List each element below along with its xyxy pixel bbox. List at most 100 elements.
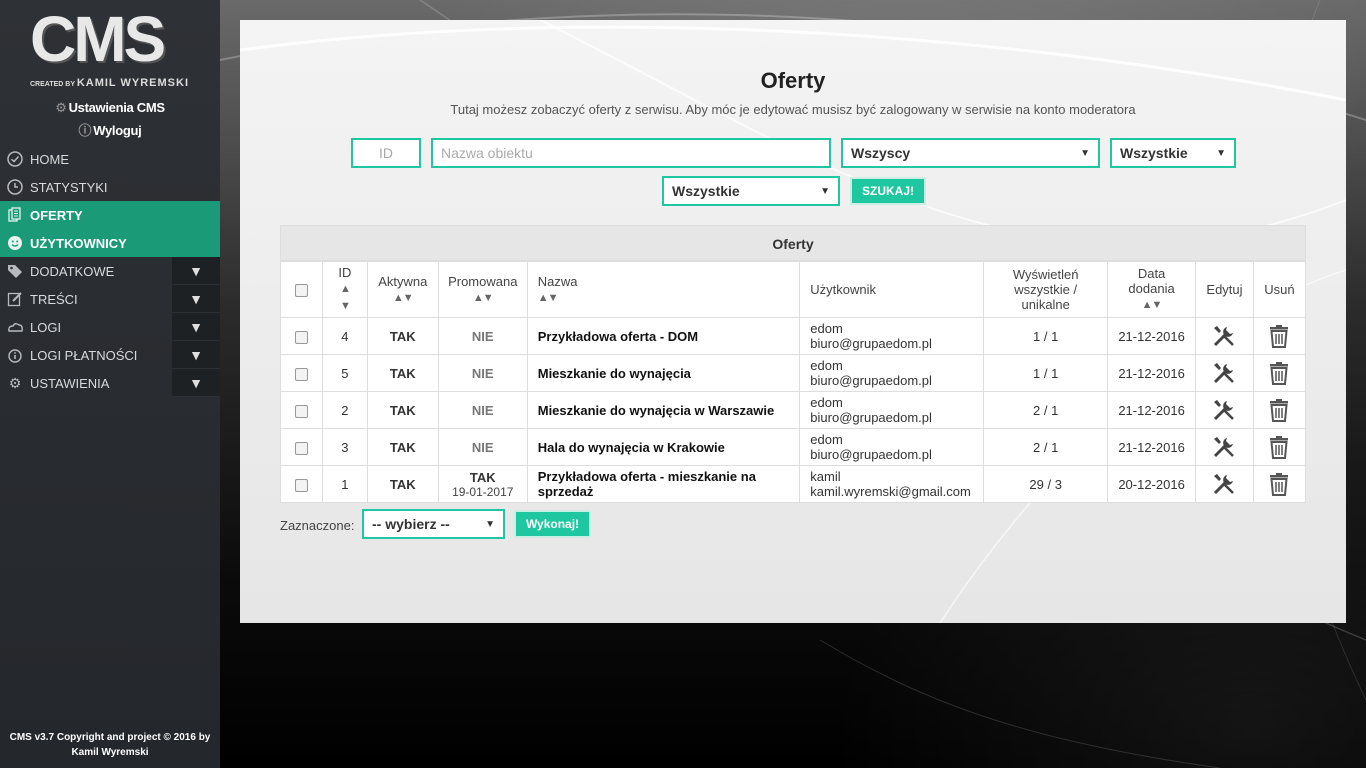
search-button[interactable]: SZUKAJ!	[850, 177, 926, 205]
row-promoted: NIE	[471, 439, 494, 455]
edit-cell	[1195, 354, 1254, 392]
trash-icon[interactable]	[1268, 436, 1290, 459]
sort-icon[interactable]: ▲▼	[473, 292, 494, 304]
col-promoted[interactable]: Promowana ▲▼	[437, 261, 528, 318]
row-checkbox-cell	[280, 391, 323, 429]
table-row: 4 TAK NIE Przykładowa oferta - DOM edom b…	[280, 317, 1307, 355]
row-user-email: biuro@grupaedom.pl	[810, 373, 932, 388]
menu-item-dodatkowe[interactable]: DODATKOWE ▼	[0, 257, 220, 285]
table-header-row: ID ▲ ▼ Aktywna ▲▼ Promowana ▲▼ Nazwa ▲▼ …	[280, 261, 1307, 318]
chevron-down-icon[interactable]: ▼	[172, 341, 220, 369]
dropdown-arrow-icon: ▼	[485, 518, 495, 530]
sort-down-icon[interactable]: ▼	[340, 300, 351, 312]
trash-icon[interactable]	[1268, 362, 1290, 385]
menu-item-tresci[interactable]: TREŚCI ▼	[0, 285, 220, 313]
row-checkbox[interactable]	[294, 478, 308, 492]
chevron-down-icon[interactable]: ▼	[172, 285, 220, 313]
main-menu: HOME STATYSTYKI OFERTY UŻYTKOWNICY DODAT…	[0, 145, 220, 397]
row-promoted: NIE	[471, 328, 494, 344]
wrench-icon[interactable]	[1212, 474, 1236, 495]
wrench-icon[interactable]	[1212, 400, 1236, 421]
row-id: 3	[321, 428, 368, 466]
logout-link[interactable]: ⓘ Wyloguj	[0, 119, 220, 142]
row-active: TAK	[366, 428, 439, 466]
chevron-down-icon[interactable]: ▼	[172, 369, 220, 397]
row-user-email: biuro@grupaedom.pl	[810, 447, 932, 462]
row-user-email: biuro@grupaedom.pl	[810, 336, 932, 351]
col-date[interactable]: Data dodania ▲▼	[1107, 261, 1197, 318]
edit-cell	[1195, 465, 1254, 503]
wrench-icon[interactable]	[1212, 437, 1236, 458]
row-id: 1	[321, 465, 368, 503]
menu-item-ustawienia[interactable]: ⚙ USTAWIENIA ▼	[0, 369, 220, 397]
row-user: edom biuro@grupaedom.pl	[799, 317, 985, 355]
wrench-icon[interactable]	[1212, 363, 1236, 384]
id-input[interactable]: ID	[351, 138, 421, 168]
edit-cell	[1195, 391, 1254, 429]
select-all-checkbox[interactable]	[294, 284, 308, 298]
table-row: 1 TAK TAK 19-01-2017 Przykładowa oferta -…	[280, 465, 1307, 503]
col-id[interactable]: ID ▲ ▼	[321, 261, 368, 318]
menu-item-statystyki[interactable]: STATYSTYKI	[0, 173, 220, 201]
delete-cell	[1252, 465, 1307, 503]
trash-icon[interactable]	[1268, 399, 1290, 422]
menu-item-home[interactable]: HOME	[0, 145, 220, 173]
row-id: 2	[321, 391, 368, 429]
delete-cell	[1252, 391, 1307, 429]
row-name: Mieszkanie do wynajęcia	[526, 354, 801, 392]
trash-icon[interactable]	[1268, 325, 1290, 348]
settings-cms-link[interactable]: ⚙ Ustawienia CMS	[0, 96, 220, 119]
sort-icon[interactable]: ▲▼	[393, 292, 414, 304]
row-checkbox[interactable]	[294, 367, 308, 381]
menu-item-uzytkownicy[interactable]: UŻYTKOWNICY	[0, 229, 220, 257]
dropdown-arrow-icon: ▼	[1216, 147, 1226, 159]
row-active: TAK	[366, 465, 439, 503]
status-select[interactable]: Wszystkie ▼	[1110, 138, 1236, 168]
user-select[interactable]: Wszyscy ▼	[841, 138, 1100, 168]
wrench-icon[interactable]	[1212, 326, 1236, 347]
row-date: 21-12-2016	[1107, 317, 1197, 355]
name-search-input[interactable]: Nazwa obiektu	[431, 138, 831, 168]
delete-cell	[1252, 428, 1307, 466]
logo-credit: CREATED BY KAMIL WYREMSKI	[30, 77, 189, 89]
col-active[interactable]: Aktywna ▲▼	[366, 261, 439, 318]
sidebar: CMS CREATED BY KAMIL WYREMSKI ⚙ Ustawieni…	[0, 0, 220, 768]
trash-icon[interactable]	[1268, 473, 1290, 496]
dropdown-arrow-icon: ▼	[1080, 147, 1090, 159]
table-row: 2 TAK NIE Mieszkanie do wynajęcia w Wars…	[280, 391, 1307, 429]
cloud-icon	[6, 318, 24, 336]
row-user: kamil kamil.wyremski@gmail.com	[799, 465, 985, 503]
menu-item-logi-platnosci[interactable]: LOGI PŁATNOŚCI ▼	[0, 341, 220, 369]
chevron-down-icon[interactable]: ▼	[172, 257, 220, 285]
sort-icon[interactable]: ▲▼	[1142, 299, 1163, 311]
row-name: Mieszkanie do wynajęcia w Warszawie	[526, 391, 801, 429]
row-active: TAK	[366, 317, 439, 355]
row-checkbox[interactable]	[294, 441, 308, 455]
bulk-action-select[interactable]: -- wybierz -- ▼	[362, 509, 505, 539]
col-name[interactable]: Nazwa ▲▼	[526, 261, 801, 318]
row-checkbox[interactable]	[294, 404, 308, 418]
row-date: 21-12-2016	[1107, 428, 1197, 466]
promo-select[interactable]: Wszystkie ▼	[662, 176, 840, 206]
user-smile-icon	[6, 234, 24, 252]
col-delete: Usuń	[1252, 261, 1307, 318]
row-user-email: kamil.wyremski@gmail.com	[810, 484, 971, 499]
dropdown-arrow-icon: ▼	[820, 185, 830, 197]
tag-icon	[6, 262, 24, 280]
menu-item-oferty[interactable]: OFERTY	[0, 201, 220, 229]
delete-cell	[1252, 317, 1307, 355]
row-promoted-cell: NIE	[437, 354, 528, 392]
row-views: 2 / 1	[983, 391, 1109, 429]
row-name: Przykładowa oferta - DOM	[526, 317, 801, 355]
menu-item-logi[interactable]: LOGI ▼	[0, 313, 220, 341]
row-user: edom biuro@grupaedom.pl	[799, 391, 985, 429]
row-user: edom biuro@grupaedom.pl	[799, 428, 985, 466]
sort-icon[interactable]: ▲▼	[538, 292, 559, 304]
sort-up-icon[interactable]: ▲	[340, 283, 351, 295]
execute-button[interactable]: Wykonaj!	[514, 510, 591, 538]
documents-icon	[6, 206, 24, 224]
row-checkbox[interactable]	[294, 330, 308, 344]
row-promoted: NIE	[471, 402, 494, 418]
chevron-down-icon[interactable]: ▼	[172, 313, 220, 341]
logo[interactable]: CMS CREATED BY KAMIL WYREMSKI	[0, 0, 220, 96]
